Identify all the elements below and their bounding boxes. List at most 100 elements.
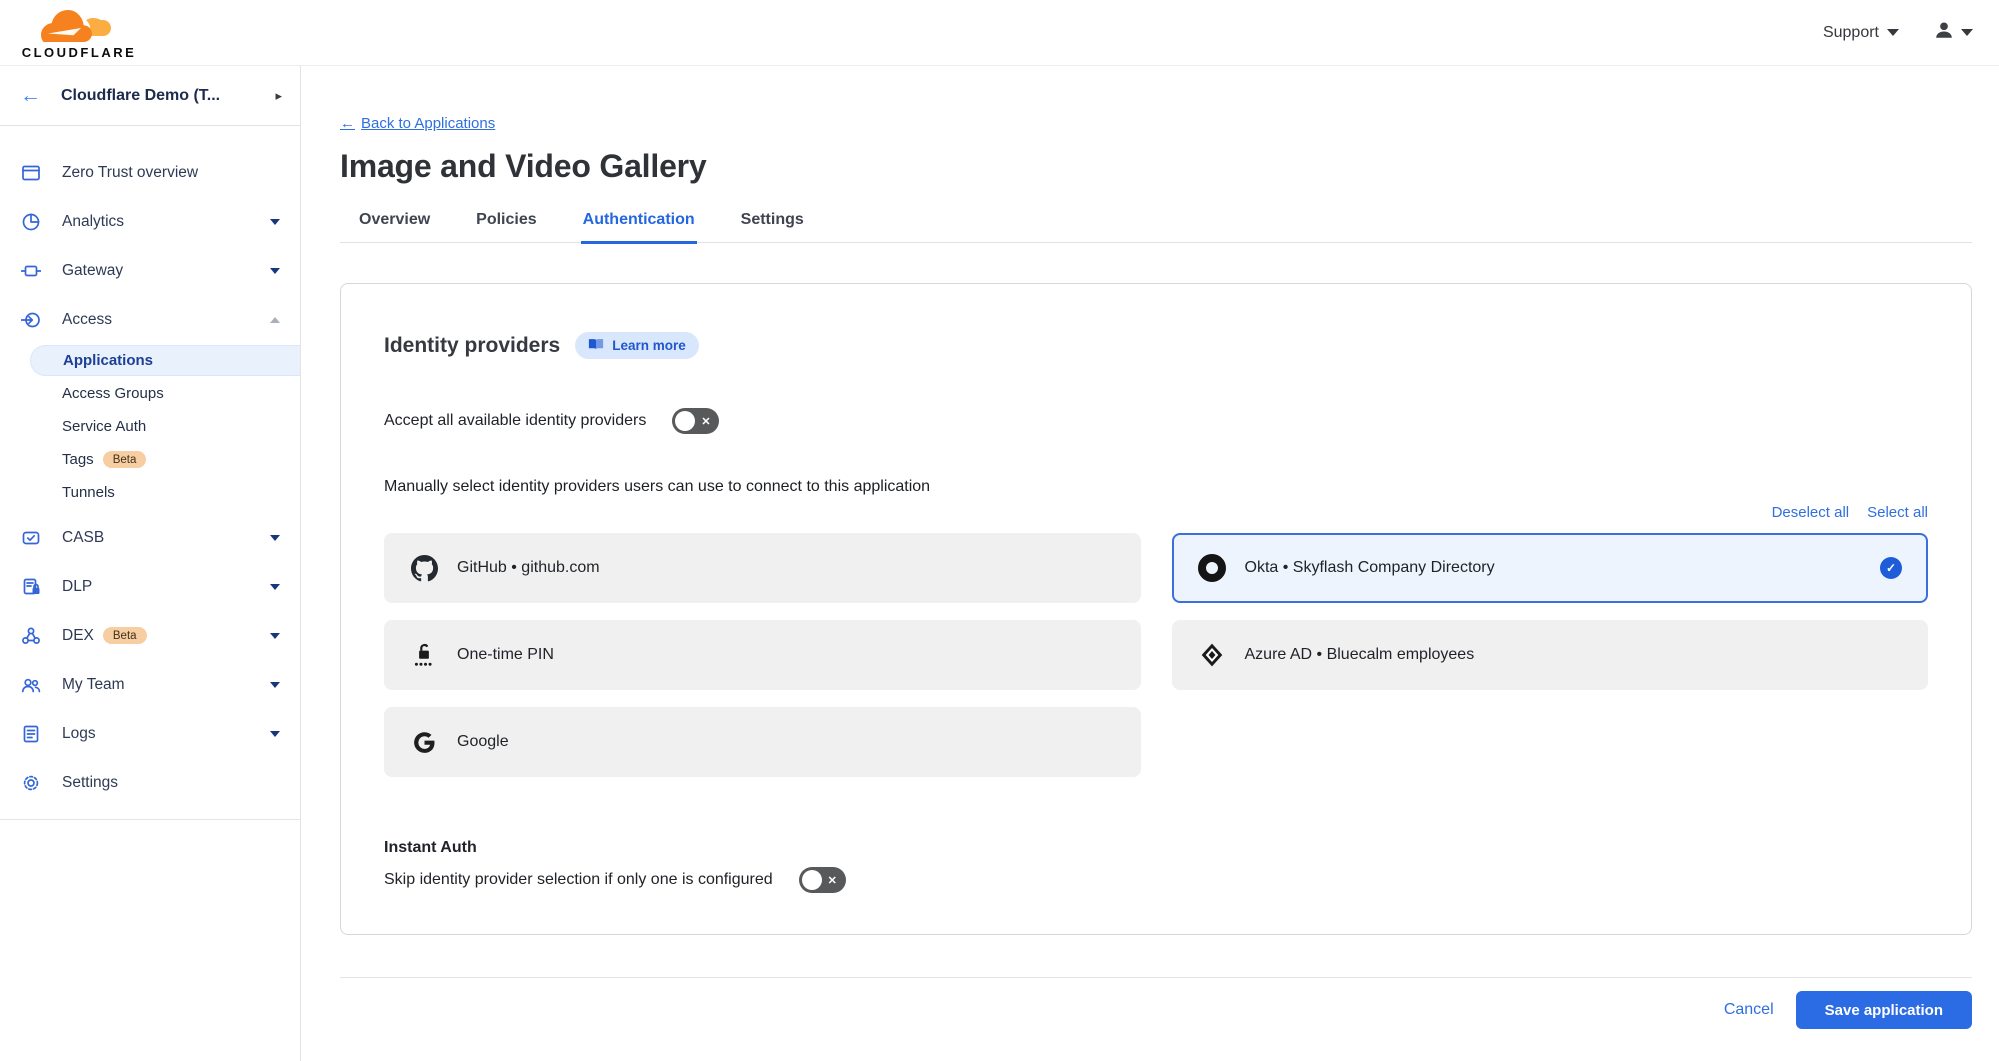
toggle-x-icon: ✕: [828, 874, 837, 887]
sidebar-item-label: Service Auth: [62, 418, 146, 435]
provider-github[interactable]: GitHub • github.com: [384, 533, 1141, 603]
sidebar-item-label: DEX: [62, 627, 94, 645]
sidebar-item-label: Applications: [63, 352, 153, 369]
chevron-down-icon: [1887, 29, 1899, 36]
accept-all-toggle[interactable]: ✕: [672, 408, 719, 434]
instant-auth-label: Skip identity provider selection if only…: [384, 871, 773, 889]
tab-settings[interactable]: Settings: [739, 211, 806, 244]
learn-more-badge[interactable]: Learn more: [575, 332, 699, 359]
save-application-button[interactable]: Save application: [1796, 991, 1972, 1029]
cloudflare-logo: CLOUDFLARE: [14, 6, 144, 60]
overview-icon: [20, 162, 41, 183]
access-sub-menu: Applications Access Groups Service Auth …: [0, 345, 300, 509]
provider-google[interactable]: Google: [384, 707, 1141, 777]
instant-auth-heading: Instant Auth: [384, 839, 1928, 857]
sidebar-item-tags[interactable]: Tags Beta: [0, 443, 300, 476]
chevron-up-icon[interactable]: [270, 317, 280, 323]
identity-providers-card: Identity providers Learn more Accept all…: [340, 283, 1972, 935]
chevron-down-icon[interactable]: [270, 268, 280, 274]
top-bar: CLOUDFLARE Support: [0, 0, 1999, 66]
sidebar-item-casb[interactable]: CASB: [0, 513, 300, 562]
sidebar-item-label: My Team: [62, 676, 125, 694]
casb-icon: [20, 527, 41, 548]
logs-icon: [20, 723, 41, 744]
tab-policies[interactable]: Policies: [474, 211, 538, 244]
chevron-down-icon[interactable]: [270, 731, 280, 737]
toggle-x-icon: ✕: [701, 415, 710, 428]
sidebar-item-label: Logs: [62, 725, 96, 743]
sidebar-item-applications[interactable]: Applications: [30, 345, 300, 376]
instant-auth-toggle[interactable]: ✕: [799, 867, 846, 893]
dlp-icon: [20, 576, 41, 597]
beta-badge: Beta: [103, 451, 147, 468]
tab-overview[interactable]: Overview: [357, 211, 432, 244]
tab-authentication[interactable]: Authentication: [581, 211, 697, 244]
selected-check-icon: ✓: [1880, 557, 1902, 579]
dex-icon: [20, 625, 41, 646]
deselect-all-link[interactable]: Deselect all: [1772, 504, 1850, 521]
gateway-icon: [20, 260, 41, 281]
provider-name: Google: [457, 733, 509, 751]
sidebar-item-access-groups[interactable]: Access Groups: [0, 377, 300, 410]
back-arrow-icon: ←: [340, 115, 355, 132]
sidebar-item-logs[interactable]: Logs: [0, 709, 300, 758]
sidebar-divider: [0, 819, 300, 820]
provider-name: One-time PIN: [457, 646, 554, 664]
support-menu[interactable]: Support: [1823, 24, 1899, 42]
account-switcher[interactable]: ← Cloudflare Demo (T... ▸: [0, 66, 300, 126]
sidebar-item-label: Access: [62, 311, 112, 329]
chevron-down-icon[interactable]: [270, 584, 280, 590]
beta-badge: Beta: [103, 627, 147, 644]
sidebar-item-my-team[interactable]: My Team: [0, 660, 300, 709]
chevron-down-icon[interactable]: [270, 633, 280, 639]
back-to-applications-link[interactable]: ← Back to Applications: [340, 115, 495, 132]
analytics-icon: [20, 211, 41, 232]
access-icon: [20, 309, 41, 330]
sidebar-item-label: Access Groups: [62, 385, 164, 402]
okta-icon: [1198, 554, 1226, 582]
accept-all-label: Accept all available identity providers: [384, 412, 646, 430]
sidebar-item-label: DLP: [62, 578, 92, 596]
sidebar-item-tunnels[interactable]: Tunnels: [0, 476, 300, 509]
chevron-down-icon[interactable]: [270, 682, 280, 688]
user-menu[interactable]: [1933, 19, 1973, 46]
back-arrow-icon[interactable]: ←: [20, 85, 41, 106]
chevron-down-icon[interactable]: [270, 535, 280, 541]
one-time-pin-icon: [410, 642, 438, 668]
sidebar-item-label: Settings: [62, 774, 118, 792]
chevron-down-icon[interactable]: [270, 219, 280, 225]
provider-azure-ad[interactable]: Azure AD • Bluecalm employees: [1172, 620, 1929, 690]
sidebar-item-label: Tags: [62, 451, 94, 468]
select-all-link[interactable]: Select all: [1867, 504, 1928, 521]
cancel-button[interactable]: Cancel: [1724, 1001, 1774, 1019]
book-icon: [588, 338, 604, 354]
toggle-knob: [802, 870, 822, 890]
user-icon: [1933, 19, 1955, 46]
provider-okta[interactable]: Okta • Skyflash Company Directory ✓: [1172, 533, 1929, 603]
support-label: Support: [1823, 24, 1879, 42]
sidebar-item-access[interactable]: Access: [0, 295, 300, 344]
sidebar-item-gateway[interactable]: Gateway: [0, 246, 300, 295]
chevron-down-icon: [1961, 29, 1973, 36]
sidebar-item-zero-trust-overview[interactable]: Zero Trust overview: [0, 148, 300, 197]
gear-icon: [20, 772, 41, 793]
provider-name: Azure AD • Bluecalm employees: [1245, 646, 1475, 664]
sidebar-item-label: Gateway: [62, 262, 123, 280]
learn-more-label: Learn more: [612, 338, 686, 353]
sidebar-item-settings[interactable]: Settings: [0, 758, 300, 807]
sidebar-item-dex[interactable]: DEX Beta: [0, 611, 300, 660]
github-icon: [410, 555, 438, 582]
cloudflare-wordmark: CLOUDFLARE: [22, 45, 137, 60]
account-name: Cloudflare Demo (T...: [61, 87, 275, 105]
chevron-right-icon[interactable]: ▸: [275, 88, 282, 104]
sidebar-item-service-auth[interactable]: Service Auth: [0, 410, 300, 443]
page-title: Image and Video Gallery: [340, 145, 1972, 187]
provider-one-time-pin[interactable]: One-time PIN: [384, 620, 1141, 690]
sidebar-item-analytics[interactable]: Analytics: [0, 197, 300, 246]
sidebar-item-dlp[interactable]: DLP: [0, 562, 300, 611]
card-title: Identity providers: [384, 334, 560, 358]
sidebar-item-label: Analytics: [62, 213, 124, 231]
cloudflare-cloud-icon: [41, 6, 117, 47]
main-content: ← Back to Applications Image and Video G…: [301, 66, 1999, 1061]
team-icon: [20, 674, 41, 695]
